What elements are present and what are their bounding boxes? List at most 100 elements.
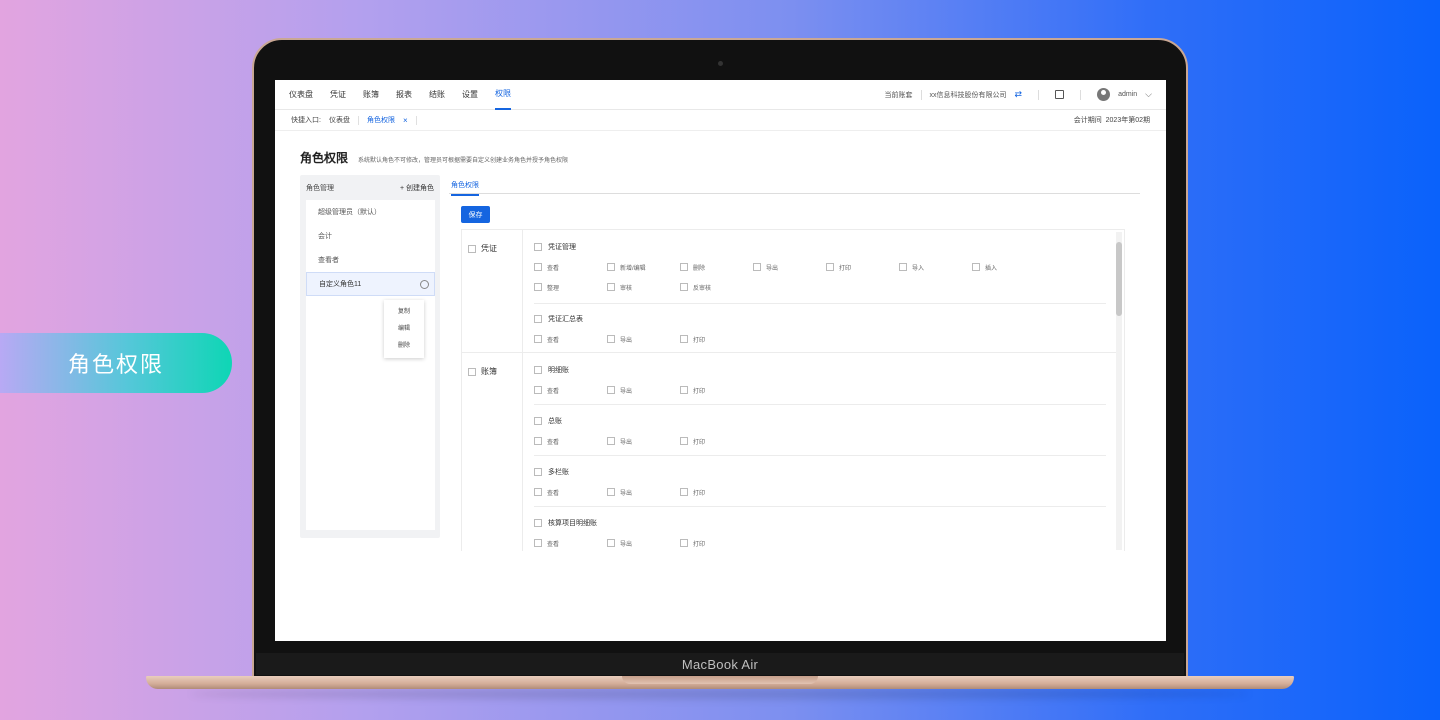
quick-access-bar: 快捷入口: 仪表盘 角色权限 × 会计期间 2023年第02期 [275, 110, 1166, 131]
permission-section: 凭证汇总表 查看 导出 打印 [534, 312, 1106, 350]
add-role-button[interactable]: + 创建角色 [400, 183, 434, 193]
permission-group-ledger: 账簿 明细账 查看 导出 打印 总账 查看 导出 打印 多栏账 查看 导出 打印… [462, 353, 1117, 551]
laptop-notch [622, 676, 818, 684]
group-checkbox[interactable] [468, 244, 476, 253]
top-nav: 仪表盘 凭证 账簿 报表 结账 设置 权限 当前账套 xx信息科技股份有限公司 … [275, 80, 1166, 110]
divider [920, 89, 922, 100]
gear-icon[interactable] [420, 280, 429, 289]
role-item-accountant[interactable]: 会计 [306, 224, 435, 248]
scrollbar[interactable] [1116, 232, 1122, 550]
role-panel-title: 角色管理 [306, 185, 334, 192]
group-label[interactable]: 账簿 [468, 366, 497, 377]
section-title[interactable]: 核算项目明细账 [534, 516, 1106, 529]
nav-right: 当前账套 xx信息科技股份有限公司 ⇄ admin ⌵ [885, 88, 1152, 101]
device-label: MacBook Air [256, 653, 1184, 675]
delete-role-button[interactable]: 删除 [384, 338, 424, 355]
section-title[interactable]: 明细账 [534, 363, 1106, 376]
option-print[interactable]: 打印 [680, 536, 753, 550]
nav-item-report[interactable]: 报表 [396, 80, 412, 110]
divider [357, 115, 359, 125]
quick-access-label: 快捷入口: [291, 117, 321, 124]
option-organize[interactable]: 整理 [534, 280, 607, 294]
role-panel-header: 角色管理 + 创建角色 [300, 175, 440, 201]
chevron-down-icon[interactable]: ⌵ [1145, 89, 1152, 100]
option-view[interactable]: 查看 [534, 434, 607, 448]
group-checkbox[interactable] [468, 367, 476, 376]
nav-item-voucher[interactable]: 凭证 [330, 80, 346, 110]
scroll-thumb[interactable] [1116, 242, 1122, 316]
nav-item-closing[interactable]: 结账 [429, 80, 445, 110]
option-view[interactable]: 查看 [534, 383, 607, 397]
edit-role-button[interactable]: 编辑 [384, 321, 424, 338]
divider [522, 353, 523, 551]
option-print[interactable]: 打印 [680, 383, 753, 397]
nav-item-permissions[interactable]: 权限 [495, 80, 511, 110]
page-header: 角色权限 系统默认角色不可修改，管理员可根据需要自定义创建业务角色并授予角色权限 [300, 149, 568, 166]
app-screen: 仪表盘 凭证 账簿 报表 结账 设置 权限 当前账套 xx信息科技股份有限公司 … [275, 80, 1166, 641]
option-unaudit[interactable]: 反审核 [680, 280, 753, 294]
role-context-menu: 复制 编辑 删除 [384, 300, 424, 358]
section-title[interactable]: 多栏账 [534, 465, 1106, 478]
role-item-super-admin[interactable]: 超级管理员（默认） [306, 200, 435, 224]
permission-tabbar: 角色权限 [449, 180, 1140, 196]
page-description: 系统默认角色不可修改，管理员可根据需要自定义创建业务角色并授予角色权限 [358, 158, 569, 164]
role-item-custom[interactable]: 自定义角色11 [306, 272, 435, 296]
option-audit[interactable]: 审核 [607, 280, 680, 294]
option-delete[interactable]: 删除 [680, 260, 753, 274]
option-list: 查看 新增/编辑 删除 导出 打印 导入 插入 整理 审核 反审核 [534, 260, 1106, 300]
nav-item-dashboard[interactable]: 仪表盘 [289, 80, 313, 110]
divider [522, 230, 523, 352]
option-add-edit[interactable]: 新增/编辑 [607, 260, 680, 274]
option-view[interactable]: 查看 [534, 536, 607, 550]
nav-item-settings[interactable]: 设置 [462, 80, 478, 110]
laptop-shadow [190, 689, 1250, 699]
user-name[interactable]: admin [1118, 91, 1137, 98]
option-export[interactable]: 导出 [607, 485, 680, 499]
camera-icon [718, 61, 723, 66]
permission-section: 核算项目明细账 查看 导出 打印 [534, 516, 1106, 551]
divider [1080, 89, 1082, 100]
section-checkbox[interactable] [534, 242, 542, 251]
avatar[interactable] [1097, 88, 1111, 101]
role-item-label: 自定义角色11 [319, 281, 362, 288]
bag-icon[interactable] [1055, 90, 1065, 99]
permission-section: 明细账 查看 导出 打印 [534, 363, 1106, 405]
option-print[interactable]: 打印 [826, 260, 899, 274]
option-print[interactable]: 打印 [680, 332, 753, 346]
permission-section: 凭证管理 查看 新增/编辑 删除 导出 打印 导入 插入 整理 审核 反审核 [534, 240, 1106, 304]
option-view[interactable]: 查看 [534, 332, 607, 346]
company-label: 当前账套 [884, 91, 913, 99]
option-list: 查看 导出 打印 [534, 383, 1106, 403]
feature-pill: 角色权限 [0, 333, 232, 393]
option-export[interactable]: 导出 [753, 260, 826, 274]
option-list: 查看 导出 打印 [534, 536, 1106, 551]
close-icon[interactable]: × [403, 116, 408, 125]
role-list: 超级管理员（默认） 会计 查看者 自定义角色11 [306, 200, 435, 530]
option-export[interactable]: 导出 [607, 383, 680, 397]
swap-icon[interactable]: ⇄ [1015, 89, 1023, 100]
period-label: 会计期间 2023年第02期 [1073, 117, 1150, 124]
permission-table: 凭证 凭证管理 查看 新增/编辑 删除 导出 打印 导入 插入 整理 审核 反审… [461, 229, 1125, 551]
quick-tab-role-permissions[interactable]: 角色权限 [367, 115, 395, 125]
option-view[interactable]: 查看 [534, 260, 607, 274]
option-view[interactable]: 查看 [534, 485, 607, 499]
option-export[interactable]: 导出 [607, 434, 680, 448]
nav-item-ledger[interactable]: 账簿 [363, 80, 379, 110]
role-item-viewer[interactable]: 查看者 [306, 248, 435, 272]
option-print[interactable]: 打印 [680, 434, 753, 448]
save-button[interactable]: 保存 [461, 206, 490, 223]
option-import[interactable]: 导入 [899, 260, 972, 274]
section-title[interactable]: 凭证管理 [534, 240, 1106, 253]
quick-tab-dashboard[interactable]: 仪表盘 [329, 115, 350, 125]
option-export[interactable]: 导出 [607, 332, 680, 346]
copy-role-button[interactable]: 复制 [384, 304, 424, 321]
option-export[interactable]: 导出 [607, 536, 680, 550]
group-label[interactable]: 凭证 [468, 243, 497, 254]
section-title[interactable]: 总账 [534, 414, 1106, 427]
page-title: 角色权限 [300, 151, 349, 165]
option-insert[interactable]: 插入 [972, 260, 1045, 274]
company-name: xx信息科技股份有限公司 [929, 91, 1007, 99]
option-print[interactable]: 打印 [680, 485, 753, 499]
section-title[interactable]: 凭证汇总表 [534, 312, 1106, 325]
tab-role-permissions[interactable]: 角色权限 [451, 180, 479, 196]
